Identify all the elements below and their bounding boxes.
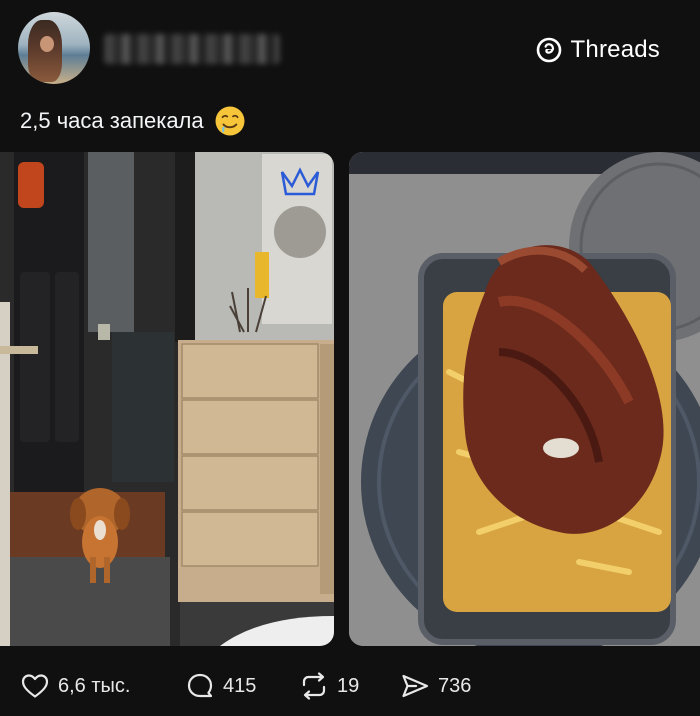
photo-hallway: [0, 152, 334, 646]
avatar[interactable]: [18, 12, 90, 84]
reply-count: 415: [223, 674, 257, 697]
like-count: 6,6 тыс.: [58, 674, 131, 697]
send-icon: [402, 674, 429, 698]
heart-icon: [21, 674, 49, 698]
like-button[interactable]: 6,6 тыс.: [20, 668, 130, 704]
username[interactable]: elka_plat_an: [104, 34, 280, 64]
post-image-2[interactable]: [349, 152, 700, 646]
repost-count: 19: [337, 674, 360, 697]
threads-brand[interactable]: Threads: [535, 34, 660, 66]
caption-text: 2,5 часа запекала: [20, 108, 204, 133]
post-header: elka_plat_an Threads: [0, 0, 700, 95]
post-caption: 2,5 часа запекала: [20, 103, 246, 139]
post-actions: 6,6 тыс. 415 19 736: [0, 668, 700, 704]
drooling-face-icon: [214, 105, 246, 137]
reply-bubble-icon: [187, 673, 213, 698]
avatar-face: [40, 36, 54, 52]
repost-icon: [302, 672, 326, 700]
share-count: 736: [438, 674, 472, 697]
photo-roast: [349, 152, 700, 646]
repost-button[interactable]: 19: [299, 668, 359, 704]
post-image-1[interactable]: [0, 152, 334, 646]
reply-button[interactable]: 415: [185, 668, 256, 704]
threads-label: Threads: [570, 36, 660, 63]
threads-logo-icon: [536, 37, 561, 63]
share-button[interactable]: 736: [400, 668, 471, 704]
